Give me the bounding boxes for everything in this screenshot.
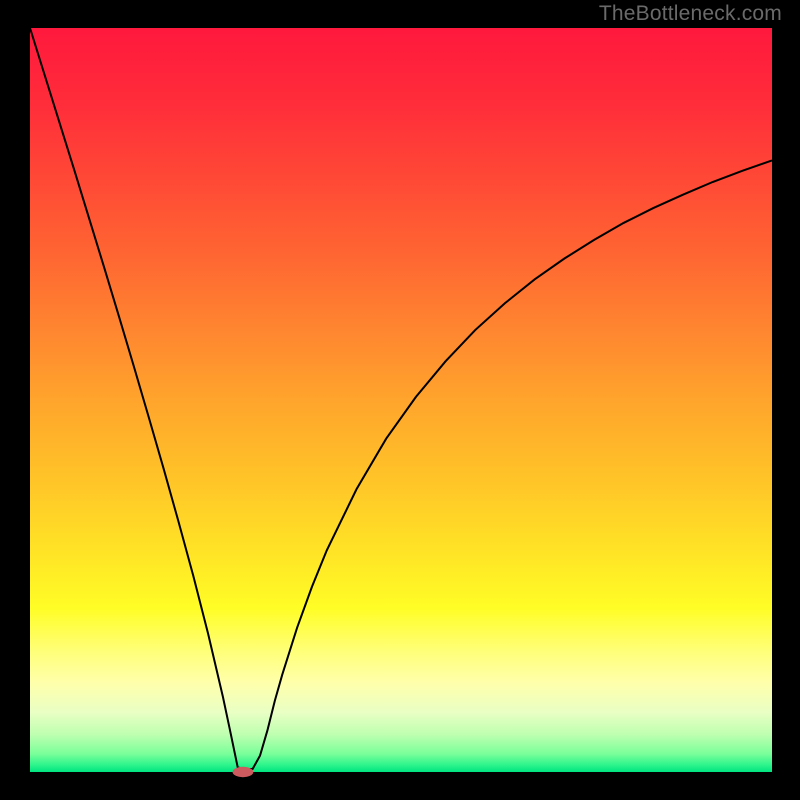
- optimal-marker: [233, 767, 254, 777]
- plot-background: [30, 28, 772, 772]
- bottleneck-chart: [0, 0, 800, 800]
- watermark-text: TheBottleneck.com: [599, 2, 782, 26]
- chart-frame: TheBottleneck.com: [0, 0, 800, 800]
